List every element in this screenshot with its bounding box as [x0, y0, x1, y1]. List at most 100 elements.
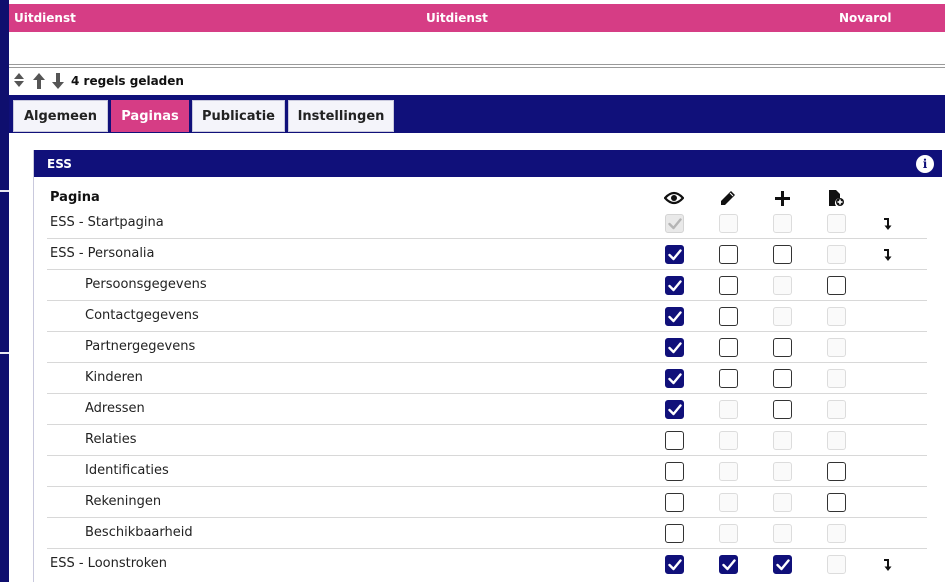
page-label: Partnergegevens: [85, 339, 196, 354]
view-checkbox[interactable]: [665, 493, 684, 512]
view-checkbox[interactable]: [665, 338, 684, 357]
record-navigation-toolbar: 4 regels geladen: [9, 70, 945, 94]
header-left-text: Uitdienst: [14, 11, 76, 25]
view-checkbox[interactable]: [665, 307, 684, 326]
page-row: Rekeningen: [47, 487, 927, 518]
edit-checkbox[interactable]: [719, 307, 738, 326]
view-icon: [661, 186, 687, 210]
page-row: Kinderen: [47, 363, 927, 394]
edit-checkbox: [719, 400, 738, 419]
records-loaded-status: 4 regels geladen: [71, 74, 184, 88]
page-row: Identificaties: [47, 456, 927, 487]
subpages-arrow-icon[interactable]: [881, 216, 895, 230]
info-icon[interactable]: i: [916, 155, 934, 173]
document-add-checkbox[interactable]: [827, 493, 846, 512]
page-row: Beschikbaarheid: [47, 518, 927, 549]
add-checkbox: [773, 431, 792, 450]
page-row: Partnergegevens: [47, 332, 927, 363]
edit-checkbox[interactable]: [719, 338, 738, 357]
view-checkbox[interactable]: [665, 245, 684, 264]
add-checkbox[interactable]: [773, 400, 792, 419]
page-row: Persoonsgegevens: [47, 270, 927, 301]
edit-checkbox: [719, 431, 738, 450]
divider: [9, 64, 945, 68]
left-sidebar-edge: [0, 0, 9, 582]
sort-toggle-icon[interactable]: [13, 72, 25, 92]
tab-paginas[interactable]: Paginas: [111, 100, 189, 132]
view-checkbox[interactable]: [665, 462, 684, 481]
tab-instellingen[interactable]: Instellingen: [288, 100, 394, 132]
column-header-pagina: Pagina: [50, 190, 100, 205]
page-label: Rekeningen: [85, 494, 162, 509]
page-label: Relaties: [85, 432, 137, 447]
add-checkbox: [773, 307, 792, 326]
edit-checkbox: [719, 493, 738, 512]
edit-checkbox: [719, 524, 738, 543]
page-label: Beschikbaarheid: [85, 525, 193, 540]
view-checkbox[interactable]: [665, 276, 684, 295]
arrow-up-icon[interactable]: [32, 72, 46, 94]
sidebar-divider: [0, 352, 9, 354]
page-row: ESS - Personalia: [47, 239, 927, 270]
panel-header: ESS i: [34, 150, 942, 177]
subpages-arrow-icon[interactable]: [881, 557, 895, 571]
add-checkbox: [773, 493, 792, 512]
page-label: Kinderen: [85, 370, 143, 385]
page-row: Adressen: [47, 394, 927, 425]
pages-panel: ESS i Pagina ESS - Startpagina ESS - Pers…: [33, 150, 942, 582]
document-add-checkbox: [827, 369, 846, 388]
record-header-bar: Uitdienst Uitdienst Novarol: [9, 4, 945, 32]
add-checkbox: [773, 524, 792, 543]
page: Uitdienst Uitdienst Novarol 4 regels gel…: [0, 0, 945, 582]
document-add-checkbox[interactable]: [827, 276, 846, 295]
view-checkbox[interactable]: [665, 524, 684, 543]
document-add-checkbox: [827, 400, 846, 419]
view-checkbox[interactable]: [665, 555, 684, 574]
page-row: ESS - Startpagina: [47, 208, 927, 239]
header-right-text: Novarol: [839, 11, 892, 25]
document-add-checkbox: [827, 307, 846, 326]
tab-algemeen[interactable]: Algemeen: [13, 100, 108, 132]
subpages-arrow-icon[interactable]: [881, 247, 895, 261]
page-label: Persoonsgegevens: [85, 277, 207, 292]
page-label: ESS - Personalia: [50, 246, 155, 261]
add-checkbox[interactable]: [773, 338, 792, 357]
view-checkbox[interactable]: [665, 369, 684, 388]
panel-title: ESS: [47, 157, 72, 171]
page-label: ESS - Startpagina: [50, 215, 164, 230]
add-checkbox: [773, 462, 792, 481]
add-checkbox[interactable]: [773, 555, 792, 574]
edit-checkbox[interactable]: [719, 245, 738, 264]
edit-checkbox[interactable]: [719, 369, 738, 388]
document-add-icon: [823, 186, 849, 210]
page-label: Contactgegevens: [85, 308, 199, 323]
document-add-checkbox: [827, 555, 846, 574]
edit-checkbox[interactable]: [719, 276, 738, 295]
edit-icon: [715, 186, 741, 210]
sidebar-divider: [0, 190, 9, 192]
add-checkbox[interactable]: [773, 245, 792, 264]
document-add-checkbox: [827, 338, 846, 357]
page-row: ESS - Loonstroken: [47, 549, 927, 580]
document-add-checkbox: [827, 524, 846, 543]
add-checkbox[interactable]: [773, 369, 792, 388]
add-checkbox: [773, 276, 792, 295]
document-add-checkbox: [827, 431, 846, 450]
edit-checkbox: [719, 214, 738, 233]
page-label: ESS - Loonstroken: [50, 556, 168, 571]
view-checkbox: [665, 214, 684, 233]
document-add-checkbox: [827, 245, 846, 264]
view-checkbox[interactable]: [665, 400, 684, 419]
header-center-text: Uitdienst: [426, 11, 488, 25]
tab-publicatie[interactable]: Publicatie: [192, 100, 285, 132]
header-blank-area: [9, 32, 945, 64]
edit-checkbox[interactable]: [719, 555, 738, 574]
arrow-down-icon[interactable]: [51, 72, 65, 94]
view-checkbox[interactable]: [665, 431, 684, 450]
add-checkbox: [773, 214, 792, 233]
page-row: Relaties: [47, 425, 927, 456]
page-label: Adressen: [85, 401, 145, 416]
document-add-checkbox[interactable]: [827, 462, 846, 481]
edit-checkbox: [719, 462, 738, 481]
page-row: Contactgegevens: [47, 301, 927, 332]
